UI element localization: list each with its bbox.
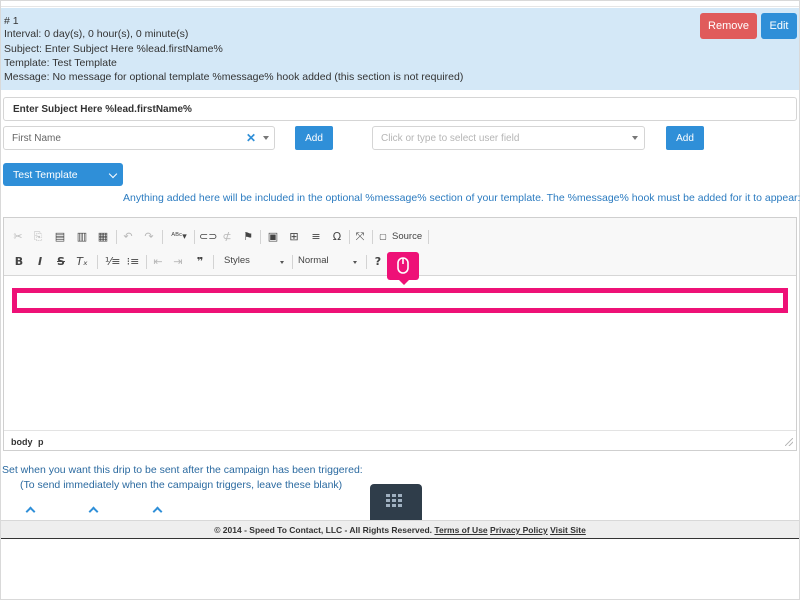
remove-format-icon[interactable]: Tₓ [75,256,89,268]
bold-icon[interactable]: B [12,256,26,268]
subject-input[interactable]: Enter Subject Here %lead.firstName% [3,97,797,121]
clear-selection-icon[interactable]: ✕ [246,131,256,145]
toolbar-separator [292,255,293,269]
toolbar-separator [372,230,373,244]
privacy-link[interactable]: Privacy Policy [490,525,548,535]
visit-site-link[interactable]: Visit Site [550,525,586,535]
toolbar-separator [428,230,429,244]
highlighted-paragraph[interactable] [12,288,788,313]
toolbar-separator [366,255,367,269]
chevron-down-icon [632,136,638,140]
path-item-body[interactable]: body [11,437,33,447]
page-footer: © 2014 - Speed To Contact, LLC - All Rig… [1,520,799,539]
table-icon[interactable]: ⊞ [287,231,301,243]
help-icon[interactable]: ? [371,256,385,268]
add-user-field-button[interactable]: Add [666,126,704,150]
toolbar-separator [116,230,117,244]
unlink-icon[interactable]: ⊄ [220,231,234,243]
copy-icon[interactable]: ⎘ [31,231,45,243]
format-dropdown-label: Normal [298,255,329,266]
paste-icon[interactable]: ▤ [53,231,67,243]
redo-icon[interactable]: ↷ [142,231,156,243]
chevron-down-icon [108,169,118,179]
toolbar-separator [213,255,214,269]
toolbar-separator [146,255,147,269]
styles-dropdown[interactable]: Styles [224,255,290,271]
drip-subject: Subject: Enter Subject Here %lead.firstN… [4,43,223,55]
chevron-down-icon [353,261,357,264]
paste-word-icon[interactable]: ▦ [96,231,110,243]
mouse-icon [397,257,409,274]
italic-icon[interactable]: I [33,256,47,268]
drip-template: Template: Test Template [4,57,117,69]
edit-button[interactable]: Edit [761,13,797,39]
drip-message: Message: No message for optional templat… [4,71,464,83]
maximize-icon[interactable]: ⤧ [353,231,367,243]
outdent-icon[interactable]: ⇤ [151,256,165,268]
image-icon[interactable]: ▣ [266,231,280,243]
link-icon[interactable]: ⊂⊃ [199,231,217,243]
remove-button[interactable]: Remove [700,13,757,39]
numbered-list-icon[interactable]: ⅟≡ [105,256,120,268]
terms-link[interactable]: Terms of Use [434,525,487,535]
resize-handle[interactable] [785,438,793,446]
toolbar-separator [162,230,163,244]
editor-content-area[interactable] [4,277,796,429]
styles-dropdown-label: Styles [224,255,250,266]
copyright-text: © 2014 - Speed To Contact, LLC - All Rig… [214,525,433,535]
path-item-p[interactable]: p [38,437,44,447]
template-select[interactable]: Test Template [3,163,123,186]
source-button[interactable]: Source [392,231,422,242]
merge-field-select[interactable]: First Name ✕ [3,126,275,150]
mouse-click-indicator [387,252,419,285]
add-merge-field-button[interactable]: Add [295,126,333,150]
indent-icon[interactable]: ⇥ [171,256,185,268]
editor-statusbar: body p [4,430,796,450]
drip-interval: Interval: 0 day(s), 0 hour(s), 0 minute(… [4,28,189,40]
toolbar-separator [194,230,195,244]
anchor-icon[interactable]: ⚑ [241,231,255,243]
drip-number: # 1 [4,15,19,27]
blockquote-icon[interactable]: ❞ [193,256,207,268]
bullet-list-icon[interactable]: ⁝≡ [126,256,140,268]
message-hint: Anything added here will be included in … [123,192,800,204]
chevron-down-icon [263,136,269,140]
toolbar-separator [97,255,98,269]
paste-text-icon[interactable]: ▥ [75,231,89,243]
undo-icon[interactable]: ↶ [121,231,135,243]
message-editor: ✂ ⎘ ▤ ▥ ▦ ↶ ↷ ᴬᴮᶜ▾ ⊂⊃ ⊄ ⚑ ▣ ⊞ ≡ Ω ⤧ ▢ So… [3,217,797,451]
merge-field-select-value: First Name [12,133,61,144]
chevron-down-icon [280,261,284,264]
template-select-value: Test Template [13,169,78,181]
spellcheck-icon[interactable]: ᴬᴮᶜ▾ [169,231,189,243]
drip-summary-panel: # 1 Interval: 0 day(s), 0 hour(s), 0 min… [1,8,799,90]
toolbar-separator [349,230,350,244]
app-menu-button[interactable] [370,484,422,520]
strikethrough-icon[interactable]: S [54,256,68,268]
special-char-icon[interactable]: Ω [330,231,344,243]
schedule-instruction: Set when you want this drip to be sent a… [2,464,363,476]
user-field-placeholder: Click or type to select user field [381,133,520,144]
user-field-select[interactable]: Click or type to select user field [372,126,645,150]
top-strip [1,1,799,7]
toolbar-separator [260,230,261,244]
horizontal-line-icon[interactable]: ≡ [309,231,323,243]
source-icon[interactable]: ▢ [376,231,390,243]
format-dropdown[interactable]: Normal [298,255,362,271]
schedule-hint: (To send immediately when the campaign t… [20,479,343,491]
cut-icon[interactable]: ✂ [11,231,25,243]
